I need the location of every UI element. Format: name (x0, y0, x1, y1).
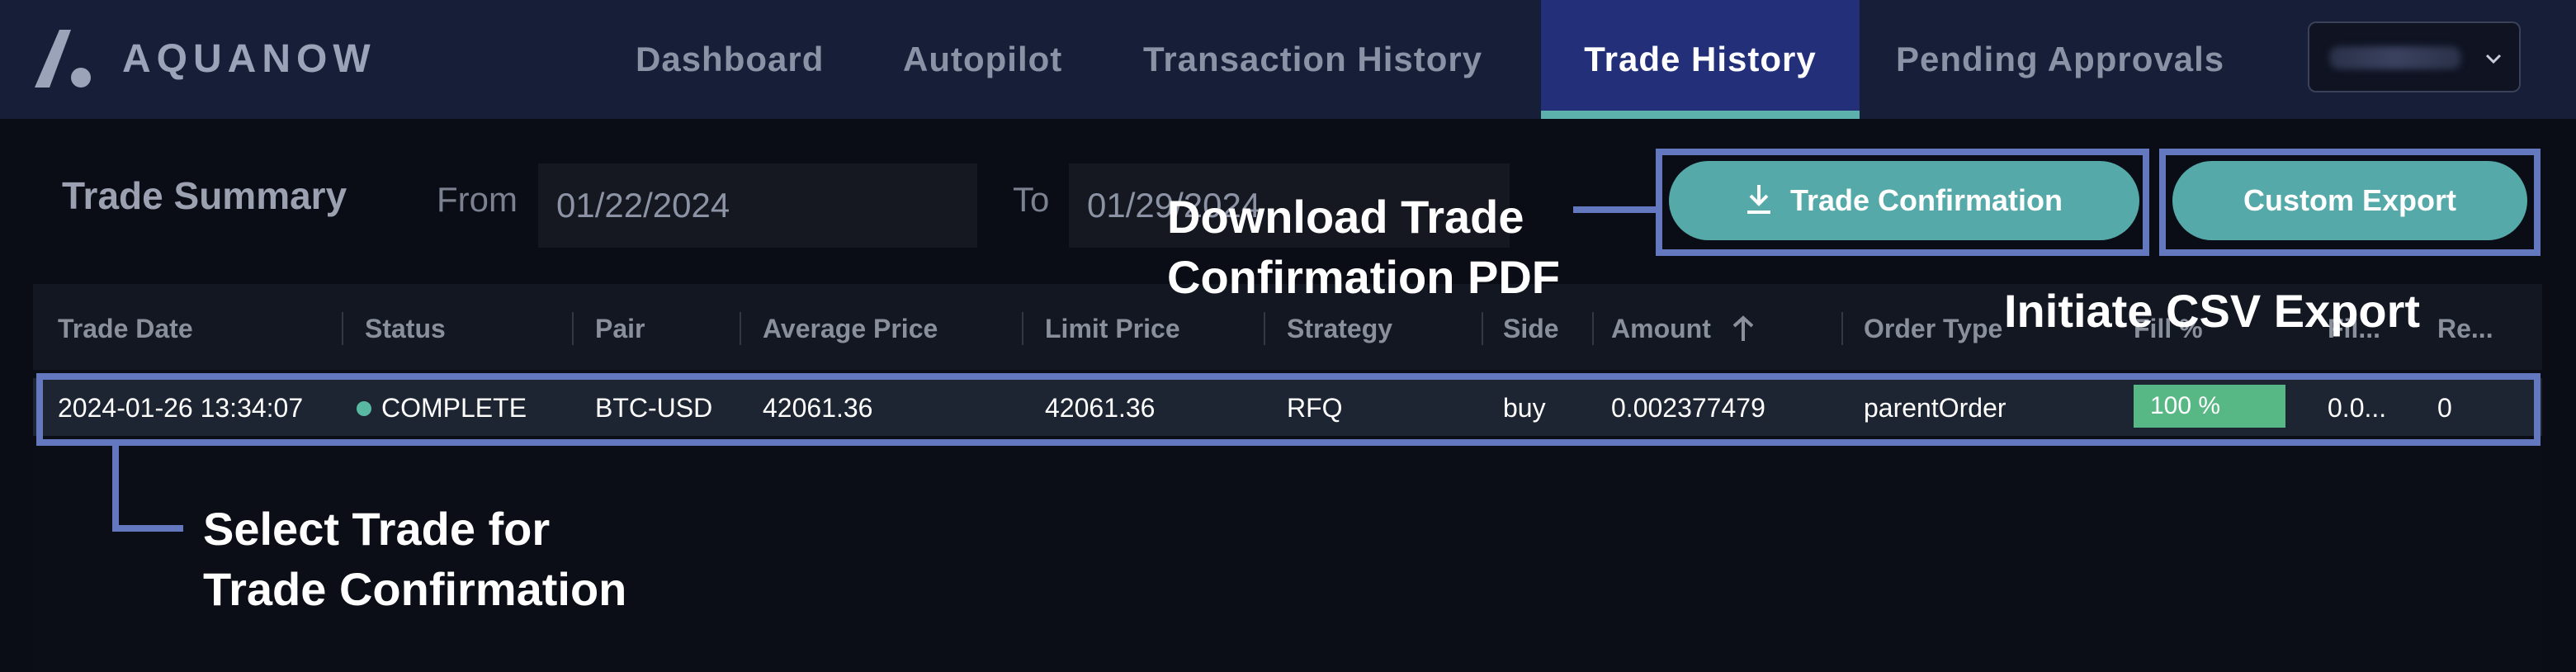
nav-autopilot[interactable]: Autopilot (903, 0, 1062, 119)
nav-trade-history[interactable]: Trade History (1541, 0, 1860, 119)
col-pair[interactable]: Pair (595, 314, 645, 344)
col-trade-date[interactable]: Trade Date (58, 314, 193, 344)
to-label: To (1013, 180, 1050, 219)
highlight-custom-export (2159, 149, 2541, 256)
arrow-up-icon (1732, 315, 1754, 341)
highlight-trade-row (36, 373, 2541, 446)
connector-select-vertical (112, 444, 119, 532)
connector-select-horizontal (112, 525, 183, 532)
connector-download (1573, 206, 1657, 213)
col-strategy[interactable]: Strategy (1287, 314, 1392, 344)
col-divider (1841, 312, 1843, 345)
col-average-price[interactable]: Average Price (763, 314, 938, 344)
col-amount[interactable]: Amount (1611, 314, 1756, 344)
col-remaining[interactable]: Re... (2437, 314, 2493, 344)
from-date-input[interactable] (538, 163, 977, 248)
account-name-redacted (2329, 46, 2461, 69)
annotation-select-line2: Trade Confirmation (203, 563, 627, 615)
from-label: From (437, 180, 518, 219)
col-divider (1482, 312, 1483, 345)
col-divider (572, 312, 574, 345)
annotation-select-line1: Select Trade for (203, 503, 551, 555)
trade-summary-title: Trade Summary (62, 174, 347, 217)
nav-pending-approvals[interactable]: Pending Approvals (1896, 0, 2224, 119)
col-divider (1022, 312, 1023, 345)
top-nav: AQUANOW Dashboard Autopilot Transaction … (0, 0, 2576, 119)
aquanow-logo-icon (35, 30, 91, 88)
annotation-select-trade: Select Trade for Trade Confirmation (203, 499, 626, 619)
chevron-down-icon (2485, 54, 2502, 64)
col-order-type[interactable]: Order Type (1864, 314, 2002, 344)
col-side[interactable]: Side (1503, 314, 1559, 344)
col-amount-label: Amount (1611, 314, 1711, 343)
annotation-download-line1: Download Trade (1167, 191, 1524, 243)
account-select[interactable] (2308, 21, 2521, 92)
annotation-csv-export: Initiate CSV Export (2004, 285, 2421, 337)
highlight-trade-confirmation (1656, 149, 2149, 256)
annotation-download-line2: Confirmation PDF (1167, 251, 1560, 303)
col-divider (1264, 312, 1265, 345)
nav-transaction-history[interactable]: Transaction History (1143, 0, 1482, 119)
annotation-download: Download Trade Confirmation PDF (1167, 187, 1560, 307)
col-divider (740, 312, 741, 345)
brand-name: AQUANOW (122, 37, 376, 81)
col-divider (342, 312, 343, 345)
col-limit-price[interactable]: Limit Price (1045, 314, 1180, 344)
col-status[interactable]: Status (365, 314, 446, 344)
nav-dashboard[interactable]: Dashboard (636, 0, 824, 119)
col-divider (1592, 312, 1594, 345)
